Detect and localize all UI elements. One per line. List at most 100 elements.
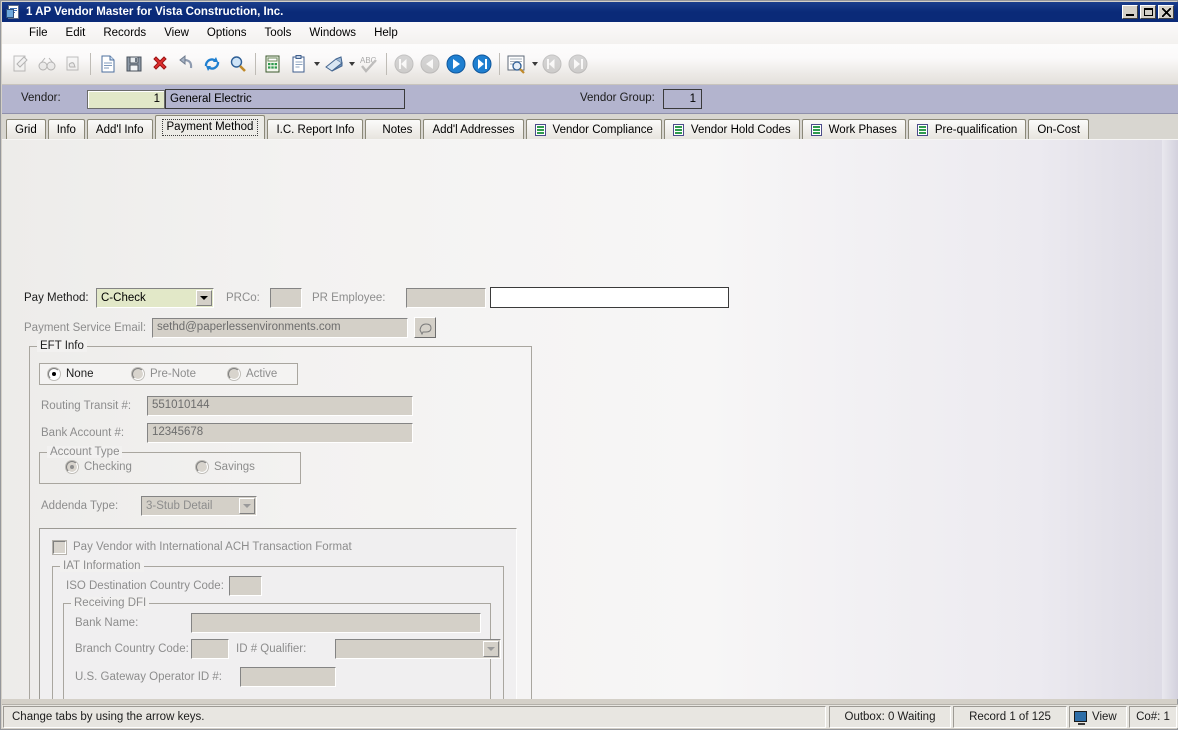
iat-checkbox[interactable] — [53, 541, 66, 554]
gateway-operator-input[interactable] — [240, 667, 336, 687]
refresh-button[interactable] — [199, 51, 225, 77]
last-page-button[interactable] — [565, 51, 591, 77]
grab-hand-button[interactable] — [60, 51, 86, 77]
tab-ic-report-info[interactable]: I.C. Report Info — [267, 119, 364, 140]
maximize-button[interactable] — [1140, 5, 1156, 19]
chevron-down-icon[interactable] — [196, 290, 212, 306]
menu-item-records[interactable]: Records — [94, 24, 155, 42]
binoculars-icon — [38, 57, 56, 71]
application-window: 1 AP Vendor Master for Vista Constructio… — [0, 0, 1178, 730]
menu-item-help[interactable]: Help — [365, 24, 407, 42]
first-page-button[interactable] — [539, 51, 565, 77]
eft-status-prenote-label: Pre-Note — [150, 368, 197, 380]
vendor-header-band: Vendor: 1 General Electric Vendor Group:… — [2, 85, 1178, 114]
account-type-savings-label: Savings — [214, 461, 255, 473]
iso-destination-country-label: ISO Destination Country Code: — [66, 580, 224, 592]
prco-input[interactable] — [270, 288, 302, 308]
tab-info[interactable]: Info — [47, 119, 85, 140]
tab-notes[interactable]: Notes — [365, 119, 422, 140]
clipboard-dropdown-caret[interactable] — [312, 52, 321, 76]
save-button[interactable] — [121, 51, 147, 77]
bank-name-input[interactable] — [191, 613, 481, 633]
vendor-name-display: General Electric — [165, 89, 405, 109]
tab-work-phases[interactable]: Work Phases — [801, 119, 906, 140]
binoculars-button[interactable] — [34, 51, 60, 77]
id-qualifier-select[interactable] — [335, 639, 501, 659]
radio-dot-icon — [228, 368, 240, 380]
account-type-savings-radio[interactable]: Savings — [196, 461, 255, 473]
tab-addl-info[interactable]: Add'l Info — [86, 119, 153, 140]
branch-country-code-input[interactable] — [191, 639, 229, 659]
iso-destination-country-input[interactable] — [229, 576, 262, 596]
account-type-checking-radio[interactable]: Checking — [66, 461, 132, 473]
tab-addl-addresses[interactable]: Add'l Addresses — [423, 119, 524, 140]
pr-employee-input[interactable] — [406, 288, 486, 308]
tab-payment-method[interactable]: Payment Method — [154, 115, 266, 139]
addenda-type-select[interactable]: 3-Stub Detail — [141, 496, 257, 516]
tab-pre-qualification[interactable]: Pre-qualification — [907, 119, 1027, 140]
email-lookup-button[interactable] — [414, 317, 436, 338]
form-entry-icon — [13, 55, 28, 72]
close-button[interactable] — [1158, 5, 1174, 19]
iat-information-caption: IAT Information — [60, 560, 144, 572]
eft-status-none-radio[interactable]: None — [48, 368, 94, 380]
status-company: Co#: 1 — [1129, 705, 1177, 728]
payment-service-email-label: Payment Service Email: — [24, 322, 147, 334]
toolbar-separator — [386, 53, 387, 75]
pay-method-select[interactable]: C-Check — [96, 288, 214, 308]
bank-account-input[interactable]: 12345678 — [147, 423, 413, 443]
menu-item-view[interactable]: View — [155, 24, 198, 42]
spellcheck-icon: ABC — [360, 56, 377, 73]
preview-button[interactable] — [504, 51, 530, 77]
menu-item-edit[interactable]: Edit — [57, 24, 95, 42]
account-type-caption: Account Type — [47, 446, 123, 458]
pr-employee-description — [490, 287, 729, 308]
tab-grid[interactable]: Grid — [6, 119, 46, 140]
first-record-button[interactable] — [391, 51, 417, 77]
next-record-button[interactable] — [443, 51, 469, 77]
delete-button[interactable] — [147, 51, 173, 77]
toolbar-separator — [499, 53, 500, 75]
routing-transit-input[interactable]: 551010144 — [147, 396, 413, 416]
menu-item-tools[interactable]: Tools — [256, 24, 301, 42]
previous-record-button[interactable] — [417, 51, 443, 77]
print-dropdown-caret[interactable] — [347, 52, 356, 76]
tab-label: Notes — [382, 124, 413, 136]
vendor-number-input[interactable]: 1 — [87, 90, 165, 109]
last-record-button[interactable] — [469, 51, 495, 77]
menu-item-windows[interactable]: Windows — [300, 24, 365, 42]
eft-status-prenote-radio[interactable]: Pre-Note — [132, 368, 196, 380]
tab-label: Payment Method — [161, 119, 259, 136]
payment-service-email-input[interactable]: sethd@paperlessenvironments.com — [152, 318, 408, 338]
chevron-down-icon[interactable] — [239, 498, 255, 514]
document-window-icon — [6, 4, 22, 20]
account-type-checking-label: Checking — [84, 461, 132, 473]
spellcheck-button[interactable]: ABC — [356, 51, 382, 77]
status-view[interactable]: View — [1069, 705, 1127, 728]
calculator-button[interactable] — [260, 51, 286, 77]
tab-on-cost[interactable]: On-Cost — [1028, 119, 1090, 140]
minimize-icon — [1126, 14, 1134, 16]
receiving-dfi-caption: Receiving DFI — [71, 597, 150, 609]
search-button[interactable] — [225, 51, 251, 77]
tab-vendor-hold-codes[interactable]: Vendor Hold Codes — [663, 119, 800, 140]
preview-dropdown-caret[interactable] — [530, 52, 539, 76]
status-outbox[interactable]: Outbox: 0 Waiting — [829, 705, 951, 728]
grid-sheet-icon — [534, 123, 547, 137]
payment-method-panel: Pay Method: C-Check PRCo: PR Employee: P… — [2, 139, 1178, 699]
clipboard-button[interactable] — [286, 51, 312, 77]
monitor-icon — [1074, 711, 1087, 725]
chevron-down-icon[interactable] — [483, 641, 499, 657]
menu-item-file[interactable]: File — [20, 24, 57, 42]
new-document-button[interactable] — [95, 51, 121, 77]
vendor-group-input[interactable]: 1 — [663, 89, 702, 109]
form-entry-button[interactable] — [8, 51, 34, 77]
tab-vendor-compliance[interactable]: Vendor Compliance — [525, 119, 662, 140]
menu-item-options[interactable]: Options — [198, 24, 256, 42]
minimize-button[interactable] — [1122, 5, 1138, 19]
eft-status-active-radio[interactable]: Active — [228, 368, 277, 380]
undo-button[interactable] — [173, 51, 199, 77]
print-button[interactable] — [321, 51, 347, 77]
pay-method-value: C-Check — [101, 292, 146, 304]
last-page-icon — [568, 54, 588, 74]
